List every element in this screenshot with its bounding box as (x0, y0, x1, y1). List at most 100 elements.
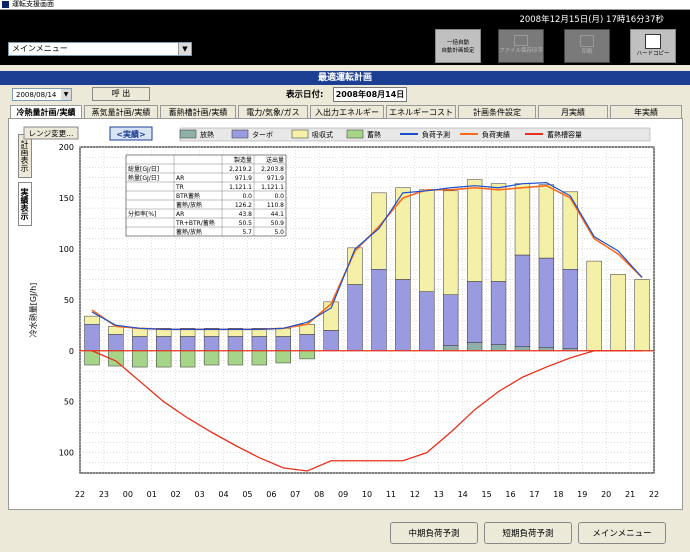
chevron-down-icon[interactable]: ▼ (61, 89, 71, 100)
bar-absorb (323, 301, 339, 331)
display-date-label: 表示日付: (286, 90, 324, 100)
x-tick-label: 05 (242, 490, 252, 499)
table-cell: AR (176, 175, 184, 182)
x-tick-label: 13 (434, 490, 444, 499)
bar-absorb (84, 315, 100, 325)
main-menu-button[interactable]: メインメニュー (578, 522, 666, 544)
window-title: 運転支援画面 (12, 0, 54, 8)
tab-monthly[interactable]: 月実績 (538, 105, 608, 118)
table-cell: 2,219.2 (229, 166, 252, 173)
x-tick-label: 09 (338, 490, 348, 499)
auto-plan-button[interactable]: 一括自動 自動計画設定 (435, 29, 481, 63)
x-tick-label: 17 (529, 490, 539, 499)
tab-energy-cost[interactable]: エネルギーコスト (386, 105, 456, 118)
mode-label: <実績> (116, 129, 145, 139)
legend-label: 蓄熱槽容量 (547, 130, 582, 139)
window-titlebar: 運転支援画面 (0, 0, 690, 10)
bar-absorb (634, 279, 650, 351)
bar-storage (275, 350, 291, 364)
bar-absorb (275, 328, 291, 337)
table-cell: 126.2 (235, 202, 252, 209)
bar-absorb (419, 189, 435, 292)
chart-legend: 放熱 ターボ 吸収式 蓄熱 負荷予測 負荷実績 蓄熱槽容量 (179, 127, 651, 142)
bar-turbo (203, 336, 220, 352)
table-cell: 製造量 (234, 156, 252, 164)
mid-term-forecast-button[interactable]: 中期負荷予測 (390, 522, 478, 544)
x-tick-label: 02 (171, 490, 181, 499)
summary-table: 製造量 送出量総量[GJ/日] 2,219.2 2,203.8 熱量[GJ/日] AR 97… (125, 154, 287, 237)
tab-steam[interactable]: 蒸気量計画/実績 (84, 105, 158, 118)
bar-storage (227, 350, 244, 366)
bar-absorb (132, 328, 148, 337)
legend-swatch (231, 129, 249, 139)
tab-plan-settings[interactable]: 計画条件設定 (458, 105, 536, 118)
bar-turbo (562, 269, 578, 349)
print-button[interactable]: 印刷 (564, 29, 610, 63)
file-save-button[interactable]: ファイル保存印字 (498, 29, 544, 63)
cooling-chart: 200 150 100 50 0 50 100 22 23 00 01 02 03 04 05 06 07 08 0… (23, 126, 659, 499)
table-cell: 44.1 (271, 211, 285, 218)
x-tick-label: 21 (625, 490, 635, 499)
bar-turbo (443, 294, 459, 346)
table-cell: 1,121.1 (229, 184, 252, 191)
app-icon (2, 1, 9, 8)
table-cell: BTR蓄熱 (176, 192, 200, 200)
chevron-down-icon[interactable]: ▼ (178, 43, 191, 55)
bar-release (514, 346, 531, 352)
tab-io-energy[interactable]: 入出力エネルギー (310, 105, 384, 118)
tab-yearly[interactable]: 年実績 (610, 105, 682, 118)
table-cell: 43.8 (239, 211, 253, 218)
hardcopy-button[interactable]: ハードコピー (630, 29, 676, 63)
bar-absorb (347, 247, 363, 285)
bar-turbo (179, 336, 196, 352)
bar-storage (132, 350, 148, 368)
bar-turbo (466, 281, 483, 343)
datetime-label: 2008年12月15日(月) 17時16分37秒 (519, 15, 664, 25)
x-tick-label: 14 (458, 490, 468, 499)
bar-turbo (251, 336, 268, 352)
page-title: 最適運転計画 (0, 71, 690, 85)
tab-power[interactable]: 電力/気象/ガス (238, 105, 308, 118)
x-tick-label: 18 (553, 490, 563, 499)
range-change-button[interactable]: レンジ変更... (23, 126, 79, 140)
legend-label: 蓄熱 (367, 130, 381, 139)
x-tick-label: 22 (649, 490, 659, 499)
tab-cooling[interactable]: 冷熱量計画/実績 (10, 105, 82, 118)
bar-absorb (514, 183, 531, 256)
x-tick-label: 01 (147, 490, 157, 499)
short-term-forecast-button[interactable]: 短期負荷予測 (484, 522, 572, 544)
folder-icon (514, 35, 528, 46)
print-label: 印刷 (581, 49, 593, 55)
bar-absorb (562, 191, 578, 270)
table-cell: 蓄熱/放熱 (176, 228, 202, 236)
bar-turbo (538, 257, 555, 348)
bar-turbo (156, 336, 172, 352)
menu-select[interactable]: メインメニュー ▼ (8, 42, 192, 56)
legend-label: 負荷予測 (422, 130, 450, 139)
table-cell: 1,121.1 (261, 184, 284, 191)
x-tick-label: 19 (577, 490, 587, 499)
legend-swatch (346, 129, 364, 139)
table-cell: 0.0 (242, 193, 252, 200)
bar-storage (251, 350, 268, 366)
bar-absorb (538, 184, 555, 259)
auto-plan-label: 一括自動 自動計画設定 (441, 40, 475, 54)
x-tick-label: 15 (481, 490, 491, 499)
tab-storage[interactable]: 蓄熱槽計画/実績 (160, 105, 236, 118)
bar-turbo (275, 336, 291, 352)
table-cell: TR (175, 184, 184, 191)
bar-turbo (108, 334, 124, 351)
table-cell: 蓄熱/放熱 (176, 201, 202, 209)
table-cell: 971.9 (267, 175, 284, 182)
bar-turbo (347, 284, 363, 351)
printer-icon (580, 35, 594, 47)
table-cell: 50.5 (239, 220, 253, 227)
y-tick-label: 100 (59, 449, 74, 458)
menu-select-value: メインメニュー (12, 44, 68, 53)
bar-absorb (586, 260, 602, 352)
bar-turbo (419, 291, 435, 352)
tab-bar: 冷熱量計画/実績 蒸気量計画/実績 蓄熱槽計画/実績 電力/気象/ガス 入出力エ… (10, 105, 682, 119)
date-select[interactable]: 2008/08/14 ▼ (12, 88, 72, 101)
call-button[interactable]: 呼 出 (92, 87, 150, 101)
hardcopy-icon (645, 34, 661, 49)
